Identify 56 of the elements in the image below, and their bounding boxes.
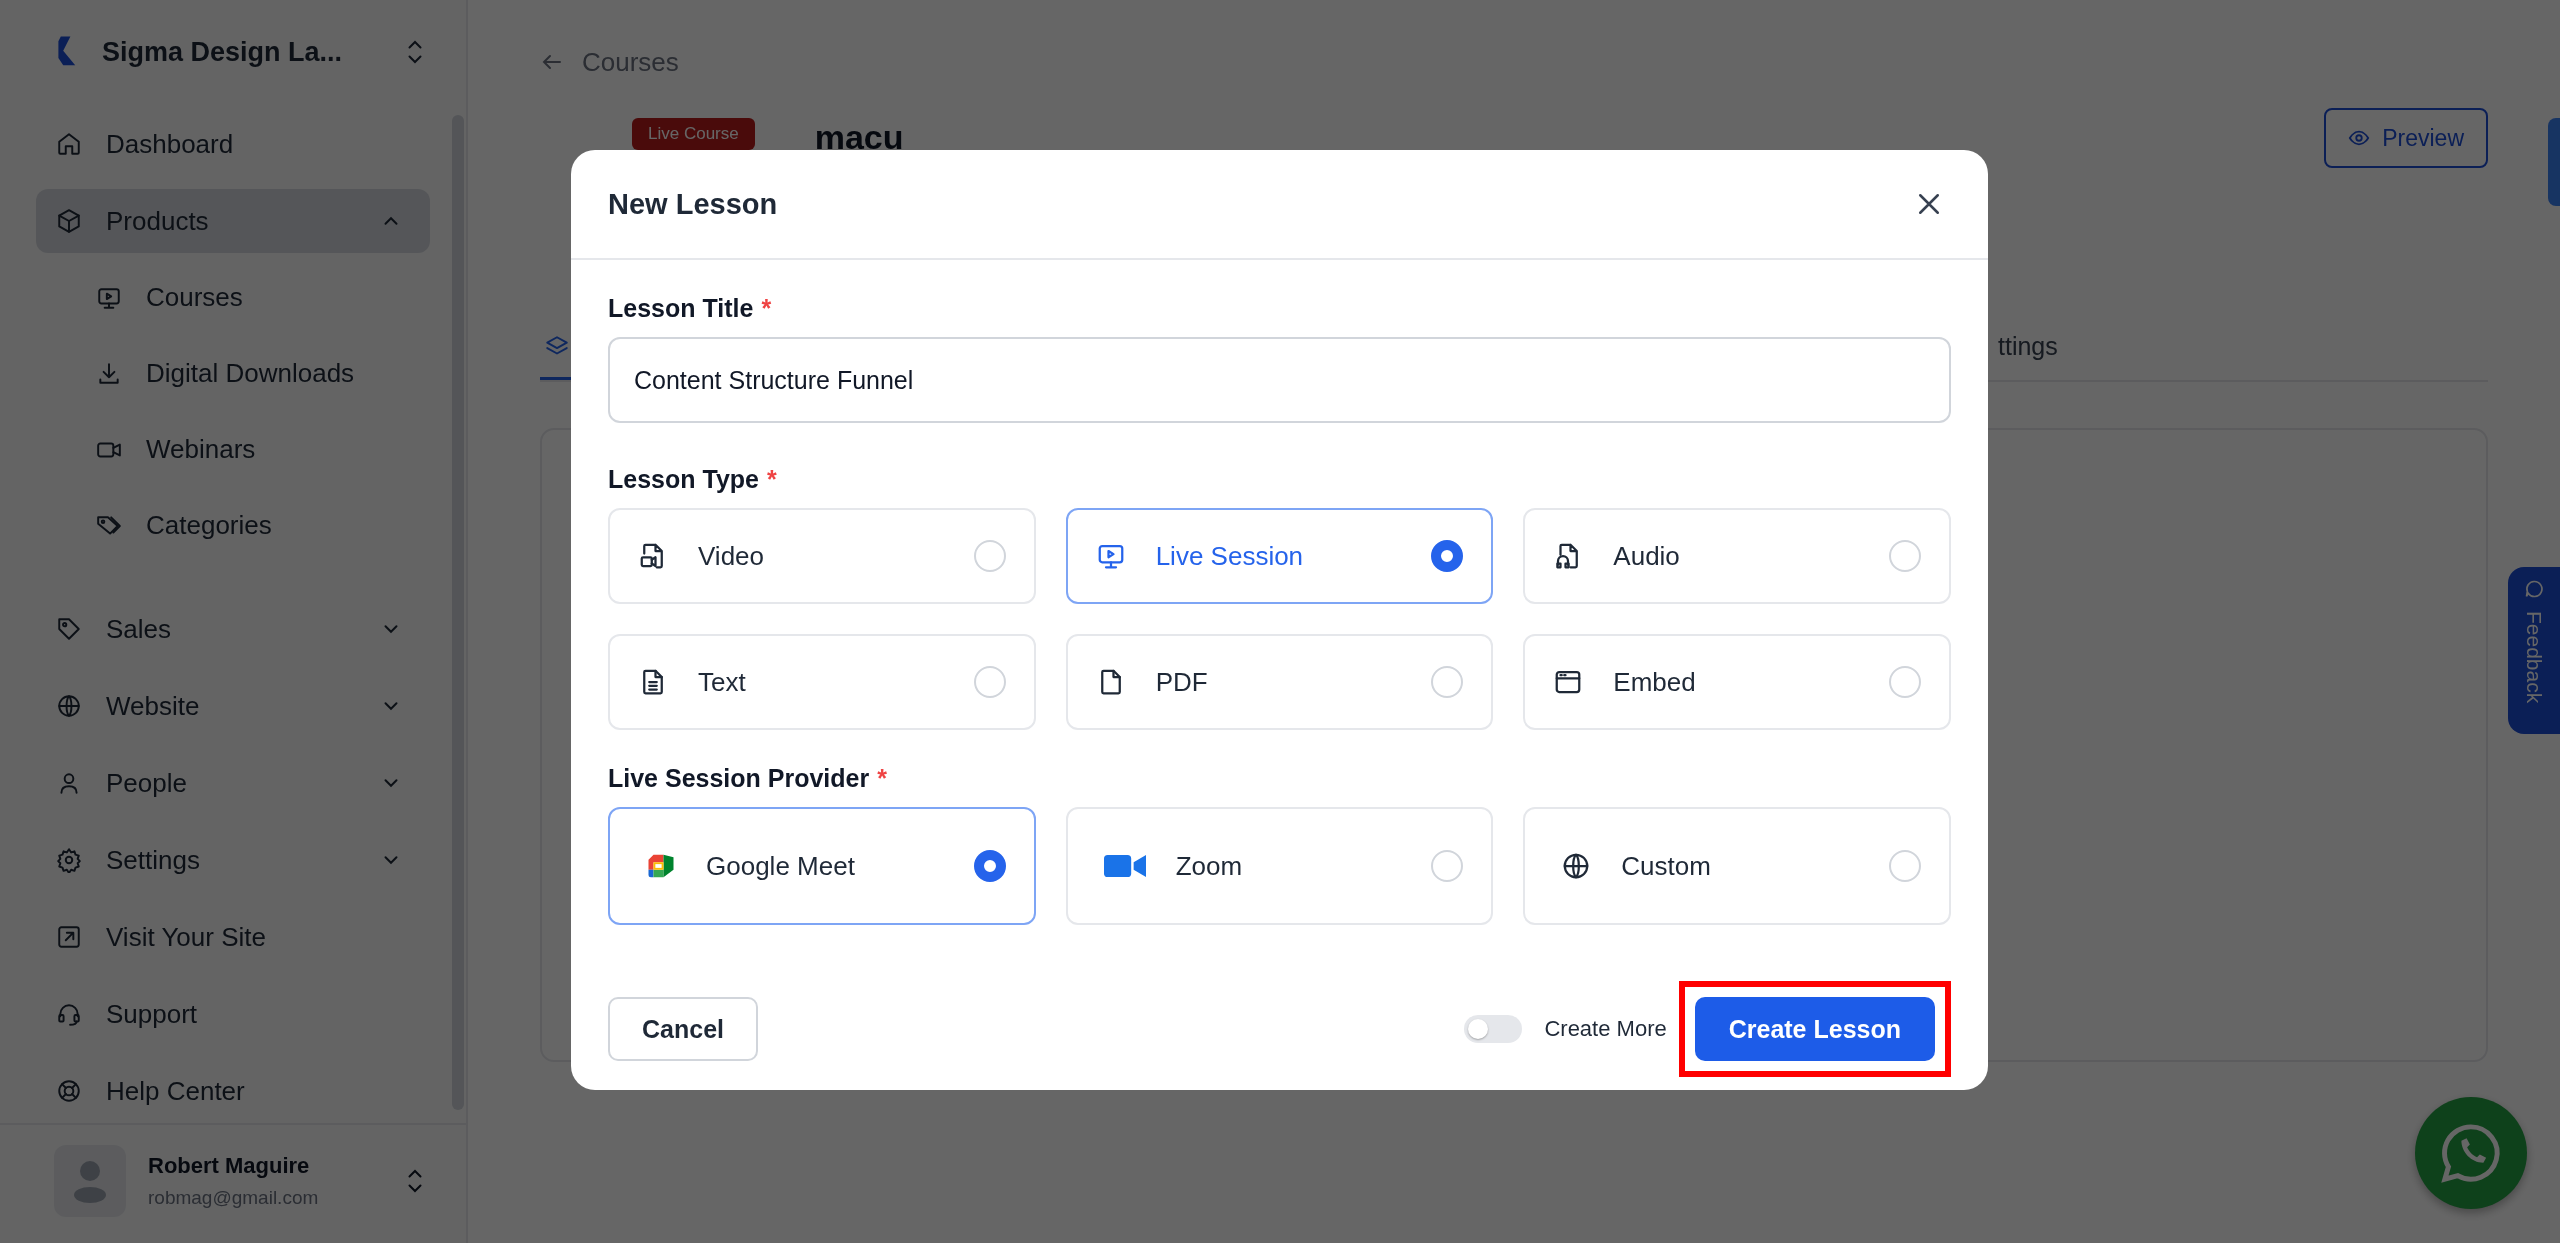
workspace-name[interactable]: Sigma Design La... (102, 36, 382, 68)
cube-icon (56, 208, 82, 234)
cancel-button[interactable]: Cancel (608, 997, 758, 1061)
option-card[interactable]: Embed (1523, 634, 1951, 730)
option-card[interactable]: Audio (1523, 508, 1951, 604)
preview-button[interactable]: Preview (2324, 108, 2488, 168)
option-card[interactable]: Custom (1523, 807, 1951, 925)
required-mark: * (761, 294, 772, 323)
field-label: Live Session Provider (608, 764, 870, 793)
option-card[interactable]: Live Session (1065, 508, 1494, 604)
nav-item[interactable]: Help Center (36, 1059, 430, 1123)
radio-button[interactable] (1431, 540, 1464, 572)
nav-item[interactable]: Dashboard (36, 112, 430, 176)
nav-item[interactable]: People (36, 751, 430, 815)
option-card[interactable]: Text (608, 634, 1036, 730)
user-name: Robert Maguire (148, 1153, 311, 1179)
nav-subitem[interactable]: Categories (36, 494, 430, 557)
nav-item[interactable]: Settings (36, 828, 430, 892)
nav-item[interactable]: Support (36, 982, 430, 1046)
nav-subitem[interactable]: Courses (36, 266, 430, 329)
field-label: Lesson Type (608, 465, 759, 494)
toggle-label: Create More (1544, 1016, 1667, 1042)
user-email: robmag@gmail.com (148, 1187, 320, 1209)
tag-icon (56, 616, 82, 642)
feedback-tab[interactable]: Feedback (2508, 567, 2560, 734)
back-link[interactable]: Courses (582, 46, 679, 78)
download-icon (96, 360, 122, 387)
toggle-switch[interactable] (1464, 1015, 1523, 1043)
side-tab[interactable] (2548, 118, 2560, 206)
chat-bubble-icon (2524, 579, 2544, 599)
globe-icon (56, 693, 82, 719)
nav-item[interactable]: Sales (36, 597, 430, 661)
option-card[interactable]: Google Meet (608, 807, 1036, 925)
required-mark: * (766, 465, 777, 494)
nav-item[interactable]: Visit Your Site (36, 905, 430, 969)
option-card[interactable]: Zoom (1065, 807, 1494, 925)
nav-item[interactable]: Website (36, 674, 430, 738)
dialog-title: New Lesson (608, 187, 778, 221)
status-badge: Live Course (632, 118, 755, 150)
tab[interactable]: ttings (1994, 316, 2062, 380)
nav-subitem[interactable]: Digital Downloads (36, 342, 430, 405)
create-lesson-button[interactable]: Create Lesson (1694, 997, 1935, 1061)
lifebuoy-icon (56, 1078, 82, 1104)
required-mark: * (877, 764, 887, 793)
nav-subitem[interactable]: Webinars (36, 418, 430, 481)
settings-icon (56, 847, 82, 873)
external-link-icon (56, 924, 82, 950)
lesson-title-field[interactable]: Content Structure Funnel (608, 337, 1951, 423)
nav-item[interactable]: Products (36, 189, 430, 253)
radio-button[interactable] (973, 850, 1006, 882)
option-card[interactable]: PDF (1065, 634, 1494, 730)
house-icon (56, 131, 82, 157)
field-label: Lesson Title (608, 294, 754, 323)
option-card[interactable]: Video (608, 508, 1036, 604)
course-title: macu (814, 118, 904, 157)
headset-icon (56, 1001, 82, 1027)
